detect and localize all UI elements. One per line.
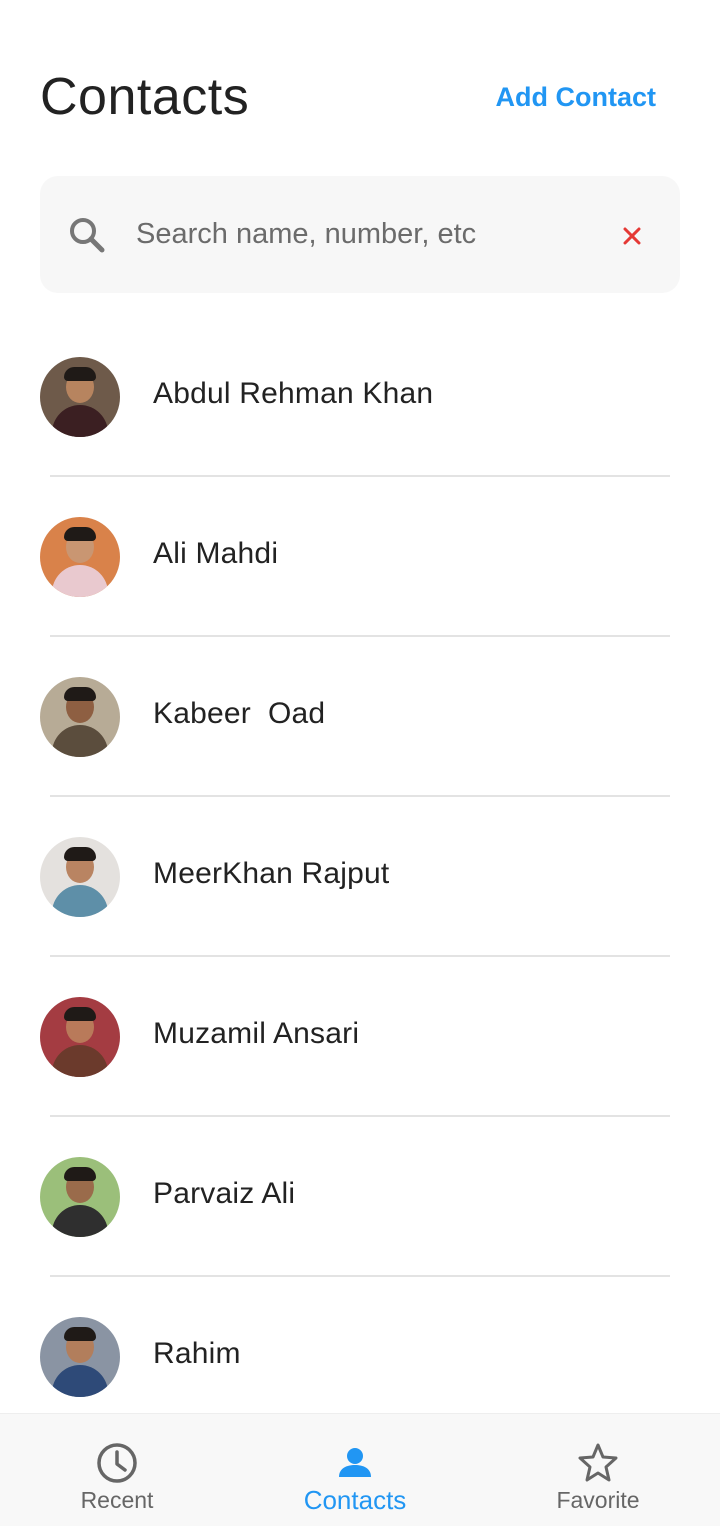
contact-row[interactable]: Abdul Rehman Khan bbox=[0, 317, 720, 477]
avatar bbox=[40, 517, 120, 597]
nav-recent[interactable]: Recent bbox=[17, 1414, 217, 1526]
contacts-screen: Contacts Add Contact Abdul Rehman Khan A… bbox=[0, 0, 720, 1526]
person-icon bbox=[333, 1441, 377, 1485]
contact-row[interactable]: Muzamil Ansari bbox=[0, 957, 720, 1117]
avatar bbox=[40, 837, 120, 917]
contact-name: Ali Mahdi bbox=[153, 537, 279, 570]
nav-label: Favorite bbox=[556, 1487, 640, 1513]
contact-name: Rahim bbox=[153, 1337, 241, 1370]
avatar bbox=[40, 357, 120, 437]
add-contact-button[interactable]: Add Contact bbox=[496, 82, 656, 113]
contact-name: Muzamil Ansari bbox=[153, 1017, 360, 1050]
contact-row[interactable]: Ali Mahdi bbox=[0, 477, 720, 637]
header: Contacts Add Contact bbox=[40, 64, 656, 130]
nav-label: Recent bbox=[80, 1487, 154, 1513]
avatar bbox=[40, 1317, 120, 1397]
avatar bbox=[40, 677, 120, 757]
contact-list: Abdul Rehman Khan Ali Mahdi Kabeer Oad M… bbox=[0, 317, 720, 1437]
nav-label: Contacts bbox=[303, 1485, 407, 1515]
close-icon[interactable] bbox=[620, 224, 644, 248]
search-bar bbox=[40, 176, 680, 293]
contact-name: MeerKhan Rajput bbox=[153, 857, 390, 890]
nav-contacts[interactable]: Contacts bbox=[255, 1414, 455, 1526]
avatar bbox=[40, 997, 120, 1077]
page-title: Contacts bbox=[40, 68, 250, 126]
star-icon bbox=[576, 1441, 620, 1485]
bottom-nav: Recent Contacts Favorite bbox=[0, 1413, 720, 1526]
contact-row[interactable]: Parvaiz Ali bbox=[0, 1117, 720, 1277]
contact-name: Parvaiz Ali bbox=[153, 1177, 296, 1210]
contact-row[interactable]: MeerKhan Rajput bbox=[0, 797, 720, 957]
clock-icon bbox=[95, 1441, 139, 1485]
search-icon bbox=[68, 216, 106, 254]
avatar bbox=[40, 1157, 120, 1237]
contact-name: Kabeer Oad bbox=[153, 697, 326, 730]
contact-name: Abdul Rehman Khan bbox=[153, 377, 434, 410]
search-input[interactable] bbox=[136, 206, 566, 262]
nav-favorite[interactable]: Favorite bbox=[498, 1414, 698, 1526]
contact-row[interactable]: Kabeer Oad bbox=[0, 637, 720, 797]
